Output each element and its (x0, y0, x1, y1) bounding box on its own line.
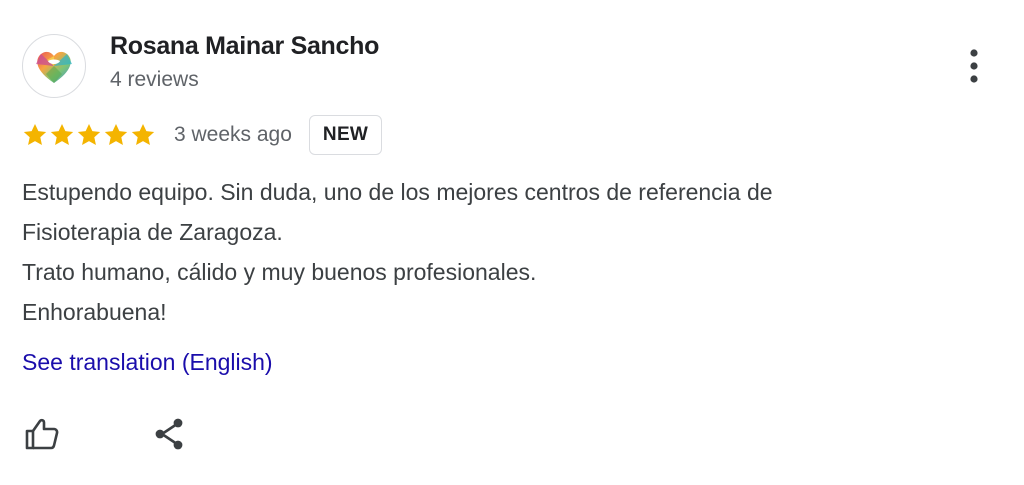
share-button[interactable] (148, 412, 192, 456)
author-name[interactable]: Rosana Mainar Sancho (110, 32, 379, 61)
star-icon (104, 123, 128, 145)
like-button[interactable] (20, 412, 64, 456)
share-icon (155, 418, 183, 450)
see-translation-link[interactable]: See translation (English) (22, 349, 273, 376)
review-text: Estupendo equipo. Sin duda, uno de los m… (22, 172, 982, 332)
review-text-line: Estupendo equipo. Sin duda, uno de los m… (22, 179, 773, 205)
review-text-line: Fisioterapia de Zaragoza. (22, 219, 283, 245)
review-text-line: Trato humano, cálido y muy buenos profes… (22, 259, 537, 285)
rating-row: 3 weeks ago NEW (22, 114, 383, 156)
star-icon (77, 123, 101, 145)
colorful-heart-avatar-icon (36, 51, 72, 83)
review-time: 3 weeks ago (174, 123, 292, 146)
star-icon (131, 123, 155, 145)
new-badge: NEW (308, 115, 383, 155)
star-icon (50, 123, 74, 145)
more-vert-icon (970, 49, 978, 83)
star-icon (23, 123, 47, 145)
more-options-button[interactable] (954, 44, 994, 88)
author-review-count: 4 reviews (110, 68, 199, 91)
author-avatar[interactable] (22, 34, 86, 98)
review-text-line: Enhorabuena! (22, 299, 167, 325)
thumbs-up-icon (25, 418, 59, 450)
star-rating (22, 122, 156, 148)
